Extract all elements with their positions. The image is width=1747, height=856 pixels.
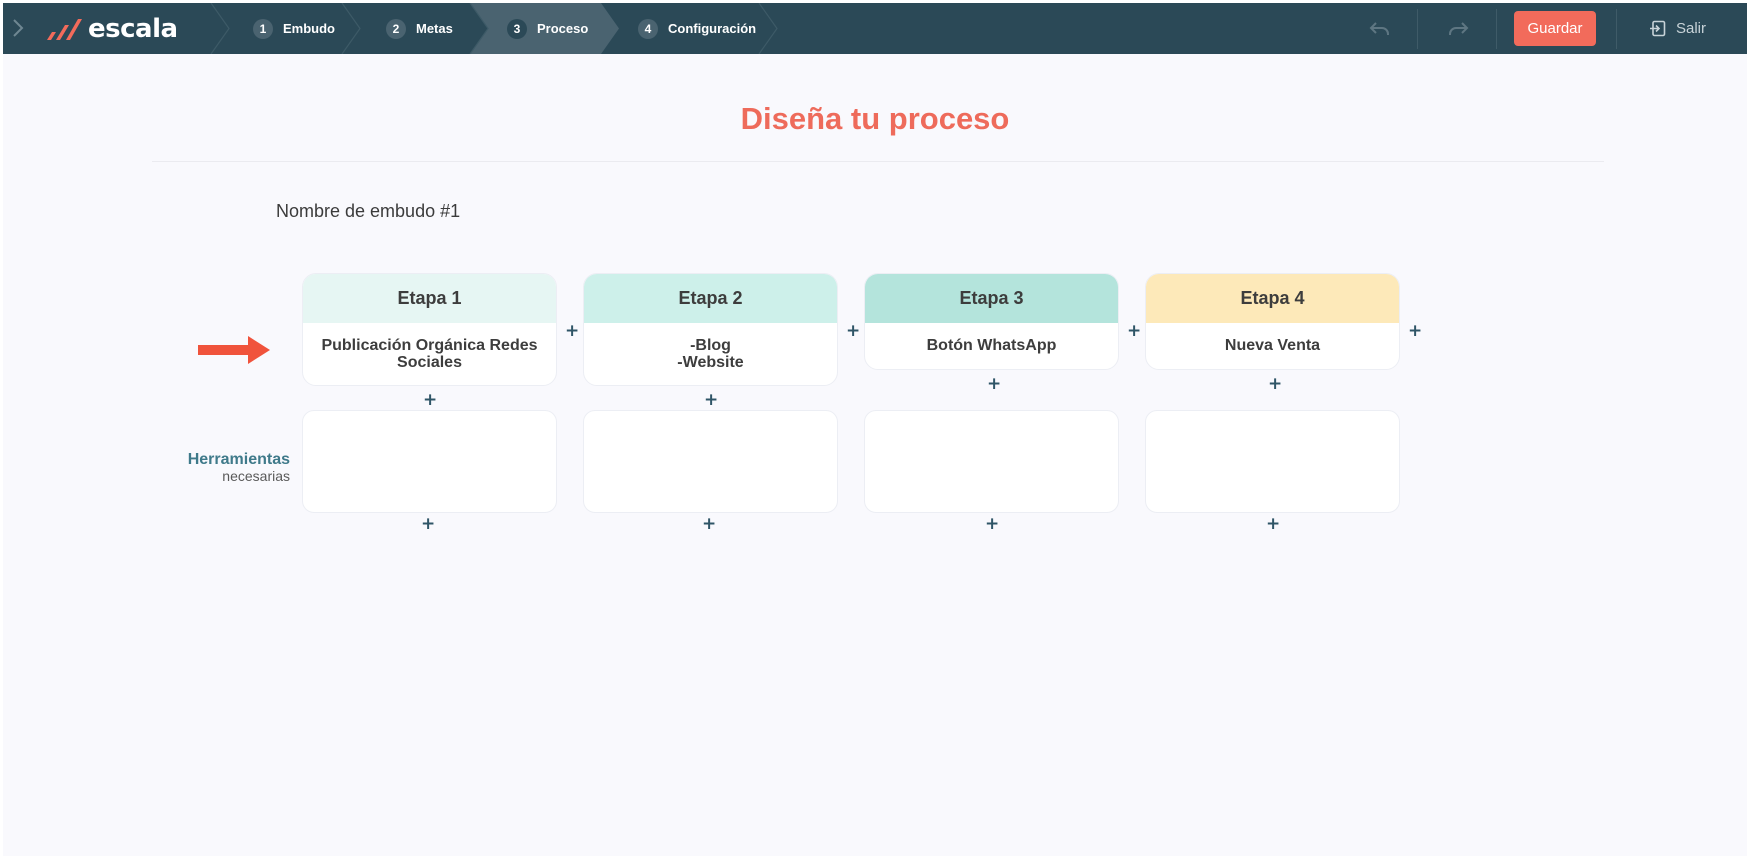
tools-box-4[interactable] — [1145, 410, 1400, 513]
undo-icon[interactable] — [1369, 19, 1391, 37]
stage-title: Etapa 1 — [397, 288, 462, 308]
step-embudo[interactable]: 1 Embudo — [253, 3, 335, 54]
screen: escala 1 Embudo 2 Metas 3 Proceso 4 Conf… — [0, 0, 1747, 856]
tools-label-sub: necesarias — [222, 468, 290, 484]
step-number: 4 — [638, 18, 658, 39]
stage-content[interactable]: Publicación Orgánica Redes Sociales — [303, 323, 556, 371]
stage-content-line: Botón WhatsApp — [926, 337, 1057, 354]
stage-content-line: Nueva Venta — [1224, 337, 1321, 354]
stage-content[interactable]: Nueva Venta — [1146, 323, 1399, 354]
add-tool-button[interactable]: + — [985, 516, 999, 533]
logo-mark-icon — [47, 19, 82, 40]
arrow-right-icon — [198, 336, 270, 364]
exit-label: Salir — [1676, 19, 1707, 37]
brand-name: escala — [88, 14, 178, 44]
add-tool-button[interactable]: + — [1266, 516, 1280, 533]
tools-label-main: Herramientas — [187, 451, 290, 468]
chevron-right-icon[interactable] — [9, 17, 27, 39]
toolbar-divider — [1417, 9, 1418, 49]
step-label: Metas — [416, 21, 453, 36]
add-stage-button[interactable]: + — [565, 323, 579, 340]
step-proceso[interactable]: 3 Proceso — [507, 3, 588, 54]
step-configuracion[interactable]: 4 Configuración — [638, 3, 756, 54]
tools-box-3[interactable] — [864, 410, 1119, 513]
stage-content-line: -Website — [677, 354, 744, 371]
stage-title: Etapa 4 — [1240, 288, 1305, 308]
exit-button[interactable]: Salir — [1649, 17, 1706, 39]
stage-title: Etapa 3 — [959, 288, 1024, 308]
page-title: Diseña tu proceso — [740, 101, 1010, 136]
step-label: Proceso — [537, 21, 589, 36]
stage-title: Etapa 2 — [678, 288, 743, 308]
app-window: escala 1 Embudo 2 Metas 3 Proceso 4 Conf… — [3, 3, 1747, 856]
stage-content-line: -Blog — [690, 337, 731, 354]
add-content-button[interactable]: + — [987, 376, 1001, 393]
stage-header: Etapa 2 — [584, 274, 837, 323]
stage-header: Etapa 3 — [865, 274, 1118, 323]
add-tool-button[interactable]: + — [702, 516, 716, 533]
tools-box-1[interactable] — [302, 410, 557, 513]
stage-header: Etapa 1 — [303, 274, 556, 323]
add-stage-button[interactable]: + — [846, 323, 860, 340]
save-button[interactable]: Guardar — [1514, 11, 1596, 46]
brand-logo[interactable]: escala — [45, 15, 178, 43]
tools-box-2[interactable] — [583, 410, 838, 513]
step-label: Embudo — [283, 21, 335, 36]
stage-card-4[interactable]: Etapa 4 Nueva Venta — [1145, 273, 1400, 370]
stage-content-line: Publicación Orgánica Redes — [321, 337, 538, 354]
title-divider — [152, 161, 1604, 162]
step-number: 3 — [507, 18, 527, 39]
top-bar: escala 1 Embudo 2 Metas 3 Proceso 4 Conf… — [3, 3, 1747, 54]
stage-content-line: Sociales — [397, 354, 462, 371]
add-content-button[interactable]: + — [1268, 376, 1282, 393]
exit-icon — [1650, 20, 1666, 36]
redo-icon[interactable] — [1447, 19, 1469, 37]
step-label: Configuración — [668, 21, 757, 36]
stage-card-3[interactable]: Etapa 3 Botón WhatsApp — [864, 273, 1119, 370]
add-stage-button[interactable]: + — [1408, 323, 1422, 340]
stage-card-1[interactable]: Etapa 1 Publicación Orgánica Redes Socia… — [302, 273, 557, 386]
add-content-button[interactable]: + — [704, 392, 718, 409]
toolbar-divider — [1616, 9, 1617, 49]
stage-content[interactable]: Botón WhatsApp — [865, 323, 1118, 354]
tools-label: Herramientas necesarias — [188, 451, 290, 484]
add-stage-button[interactable]: + — [1127, 323, 1141, 340]
step-metas[interactable]: 2 Metas — [386, 3, 453, 54]
add-tool-button[interactable]: + — [421, 516, 435, 533]
toolbar-divider — [1496, 9, 1497, 49]
step-number: 2 — [386, 18, 406, 39]
stage-card-2[interactable]: Etapa 2 -Blog -Website — [583, 273, 838, 386]
step-number: 1 — [253, 18, 273, 39]
add-content-button[interactable]: + — [423, 392, 437, 409]
stage-content[interactable]: -Blog -Website — [584, 323, 837, 371]
stage-header: Etapa 4 — [1146, 274, 1399, 323]
funnel-name[interactable]: Nombre de embudo #1 — [276, 201, 460, 222]
